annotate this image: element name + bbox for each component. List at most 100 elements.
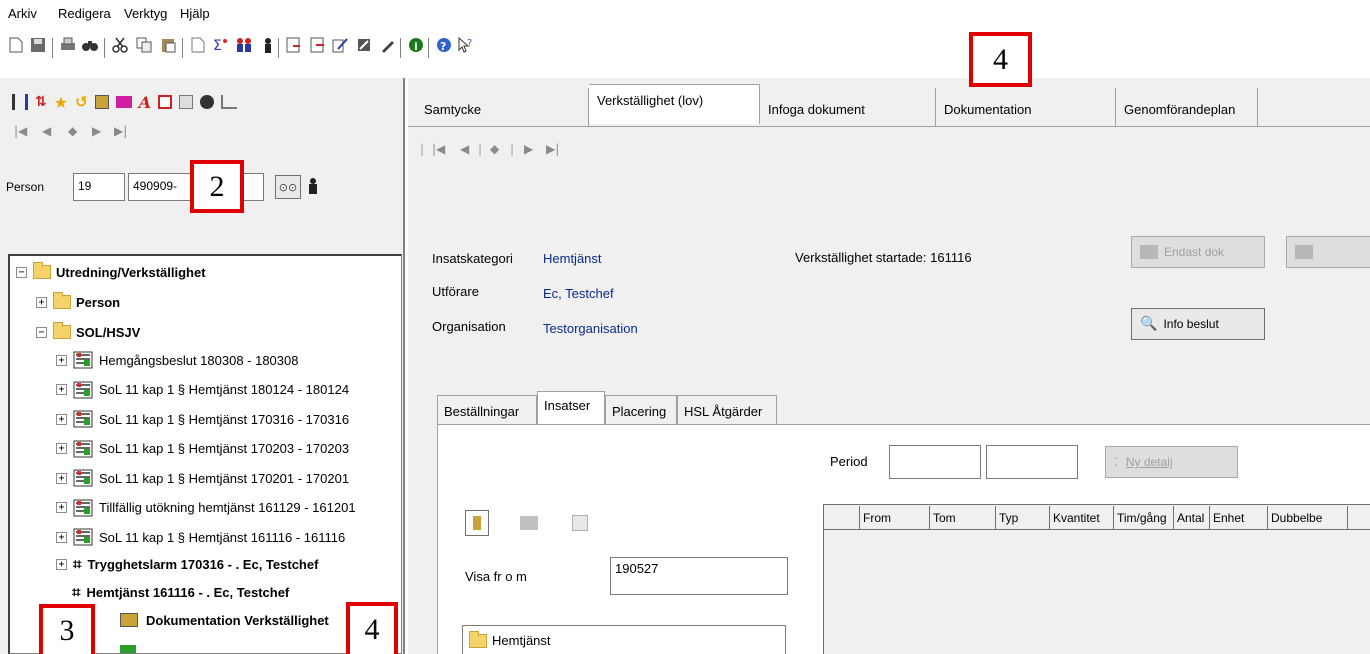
visa-from-field[interactable]: 190527 (610, 557, 788, 595)
cut-icon[interactable] (110, 34, 130, 56)
expand-icon[interactable]: + (56, 558, 67, 570)
last-record-icon[interactable]: ▶| (114, 124, 127, 138)
period-to-field[interactable] (986, 445, 1078, 479)
folder-icon (33, 262, 51, 279)
persons-icon[interactable] (234, 34, 254, 56)
grid-icon[interactable] (179, 95, 194, 109)
period-from-field[interactable] (889, 445, 981, 479)
info-beslut-button[interactable]: 🔍 Info beslut (1131, 308, 1265, 340)
sum-icon[interactable]: Σ (210, 34, 230, 56)
expand-icon[interactable]: + (56, 502, 67, 513)
tree-node-trygghetslarm[interactable]: + ⌗ Trygghetslarm 170316 - . Ec, Testche… (56, 554, 318, 574)
grid-column-header[interactable]: Enhet (1210, 506, 1268, 529)
tree-node-decision[interactable]: + SoL 11 kap 1 § Hemtjänst 170201 - 17020… (56, 468, 349, 488)
first-record-icon[interactable]: |◀ (14, 124, 27, 138)
pen-icon[interactable] (378, 34, 398, 56)
current-record-icon[interactable]: ◆ (490, 142, 499, 156)
collapse-icon[interactable]: − (16, 266, 27, 278)
add-insats-button[interactable] (465, 510, 489, 536)
grid-column-header[interactable]: Typ (996, 506, 1050, 529)
partial-button[interactable] (1286, 236, 1370, 268)
edit-insats-button[interactable] (568, 510, 592, 536)
new-document-icon[interactable] (6, 34, 26, 56)
save-icon[interactable] (28, 34, 48, 56)
star-icon[interactable]: ★ (54, 93, 68, 112)
next-record-icon[interactable]: ▶ (92, 124, 101, 138)
grid-column-header[interactable]: Kvantitet (1050, 506, 1114, 529)
last-record-icon[interactable]: ▶| (546, 142, 559, 156)
grid-column-header[interactable]: Tom (930, 506, 996, 529)
tab-dokumentation[interactable]: Dokumentation (936, 88, 1116, 126)
tab-samtycke[interactable]: Samtycke (416, 88, 589, 126)
tab-verkstallighet[interactable]: Verkställighet (lov) (589, 84, 760, 124)
prev-record-icon[interactable]: ◀ (42, 124, 51, 138)
whats-this-icon[interactable]: ? (456, 34, 476, 56)
grid-column-header[interactable]: Dubbelbe (1268, 506, 1348, 529)
sort-icon[interactable]: ⇅ (35, 94, 47, 110)
tree-node-person[interactable]: + Person (36, 292, 120, 312)
grid-column-header[interactable]: Antal (1174, 506, 1210, 529)
tree-node-decision[interactable]: + Tillfällig utökning hemtjänst 161129 - … (56, 498, 356, 518)
tree-node-dokumentation[interactable]: Dokumentation Verkställighet (120, 610, 329, 630)
tab-genomforandeplan[interactable]: Genomförandeplan (1116, 88, 1258, 126)
inner-tab-insatser[interactable]: Insatser (537, 391, 605, 424)
expand-icon[interactable]: + (56, 413, 67, 425)
expand-icon[interactable]: + (56, 354, 67, 366)
expand-icon[interactable]: + (56, 443, 67, 454)
tree-node-utredning[interactable]: − Utredning/Verkställighet (16, 262, 206, 282)
copy-icon[interactable] (134, 34, 154, 56)
list-view-icon[interactable] (12, 94, 28, 110)
grid-column-header[interactable]: Tim/gång (1114, 506, 1174, 529)
tree-node-decision[interactable]: + SoL 11 kap 1 § Hemtjänst 180124 - 18012… (56, 380, 349, 400)
document-red-icon[interactable] (284, 34, 304, 56)
tree-node-decision[interactable]: + Hemgångsbeslut 180308 - 180308 (56, 350, 298, 370)
inner-tab-placering[interactable]: Placering (605, 395, 677, 424)
prev-record-icon[interactable]: ◀ (460, 142, 469, 156)
menu-redigera[interactable]: Redigera (58, 6, 111, 21)
expand-icon[interactable]: + (36, 296, 47, 308)
tree-node-sol[interactable]: − SOL/HSJV (36, 322, 140, 342)
paste-icon[interactable] (158, 34, 178, 56)
tree-node-decision[interactable]: + SoL 11 kap 1 § Hemtjänst 170203 - 17020… (56, 439, 349, 459)
menu-hjalp[interactable]: Hjälp (180, 6, 210, 21)
search-person-button[interactable]: ⊙⊙ (275, 175, 301, 199)
print-insats-button[interactable] (517, 510, 541, 536)
pin-icon[interactable] (94, 95, 109, 109)
tree-node-hemtjanst[interactable]: ⌗ Hemtjänst 161116 - . Ec, Testchef (72, 582, 289, 602)
blank-page-icon[interactable] (188, 34, 208, 56)
inner-tab-hsl-atgarder[interactable]: HSL Åtgärder (677, 395, 777, 424)
tree-node-decision[interactable]: + SoL 11 kap 1 § Hemtjänst 161116 - 16111… (56, 527, 345, 547)
expand-icon[interactable]: + (56, 384, 67, 395)
chart-icon[interactable] (221, 95, 238, 109)
print-icon[interactable] (58, 34, 78, 56)
collapse-icon[interactable]: − (36, 326, 47, 338)
next-record-icon[interactable]: ▶ (524, 142, 533, 156)
menu-verktyg[interactable]: Verktyg (124, 6, 167, 21)
info-icon[interactable]: i (406, 34, 426, 56)
document-arrow-icon[interactable] (308, 34, 328, 56)
edit-note-icon[interactable] (330, 34, 350, 56)
tools-icon[interactable] (354, 34, 374, 56)
help-icon[interactable]: ? (434, 34, 454, 56)
list-item[interactable]: Hemtjänst (469, 630, 551, 648)
calendar-icon[interactable] (158, 95, 173, 109)
expand-icon[interactable]: + (56, 472, 67, 484)
clock-icon[interactable] (200, 95, 215, 109)
undo-icon[interactable]: ↺ (75, 93, 88, 111)
tree-node-decision[interactable]: + SoL 11 kap 1 § Hemtjänst 170316 - 17031… (56, 409, 349, 429)
mail-icon[interactable] (115, 96, 132, 108)
person-icon[interactable] (258, 34, 278, 56)
endast-dok-button[interactable]: Endast dok (1131, 236, 1265, 268)
first-record-icon[interactable]: |◀ (432, 142, 445, 156)
add-detail-icon: ⁚ (1114, 455, 1118, 469)
inner-tab-bestallningar[interactable]: Beställningar (437, 395, 537, 424)
current-record-icon[interactable]: ◆ (68, 124, 77, 138)
tab-infoga-dokument[interactable]: Infoga dokument (760, 88, 936, 126)
expand-icon[interactable]: + (56, 531, 67, 543)
ny-detalj-button[interactable]: ⁚ Ny detalj (1105, 446, 1238, 478)
signature-icon[interactable]: A (139, 93, 151, 112)
binoculars-icon[interactable] (80, 34, 100, 56)
menu-arkiv[interactable]: Arkiv (8, 6, 37, 21)
century-field[interactable]: 19 (73, 173, 125, 201)
grid-column-header[interactable]: From (860, 506, 930, 529)
